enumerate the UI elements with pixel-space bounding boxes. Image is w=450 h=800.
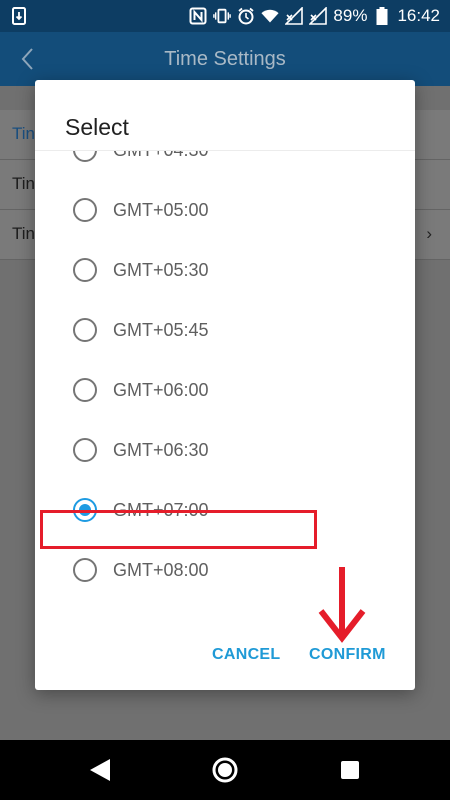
signal-icon bbox=[285, 7, 304, 25]
status-bar: 89% 16:42 bbox=[0, 0, 450, 32]
wifi-icon bbox=[261, 7, 280, 25]
timezone-option[interactable]: GMT+05:30 bbox=[35, 240, 415, 300]
radio-button[interactable] bbox=[73, 378, 97, 402]
timezone-option[interactable]: GMT+05:45 bbox=[35, 300, 415, 360]
recents-square-icon[interactable] bbox=[320, 740, 380, 800]
alarm-icon bbox=[237, 7, 255, 25]
timezone-option-label: GMT+06:00 bbox=[113, 379, 209, 400]
timezone-option-label: GMT+08:00 bbox=[113, 559, 209, 580]
timezone-option-label: GMT+05:30 bbox=[113, 259, 209, 280]
app-header: Time Settings bbox=[0, 32, 450, 86]
settings-row-label: Tin bbox=[12, 224, 35, 243]
settings-row-label: Tin bbox=[12, 174, 35, 193]
timezone-option-label: GMT+05:45 bbox=[113, 319, 209, 340]
usb-debug-icon bbox=[10, 7, 28, 25]
timezone-options-list[interactable]: GMT+04:30 GMT+05:00 GMT+05:30 GMT+05:45 … bbox=[35, 151, 415, 631]
vibrate-icon bbox=[213, 7, 232, 25]
timezone-option-label: GMT+05:00 bbox=[113, 199, 209, 220]
battery-icon bbox=[373, 7, 391, 25]
system-nav-bar bbox=[0, 740, 450, 800]
radio-button[interactable] bbox=[73, 151, 97, 162]
timezone-select-dialog: Select GMT+04:30 GMT+05:00 GMT+05:30 GMT… bbox=[35, 80, 415, 690]
signal-icon-2 bbox=[309, 7, 328, 25]
settings-row-label: Tin bbox=[12, 124, 35, 143]
radio-button[interactable] bbox=[73, 198, 97, 222]
dialog-actions: CANCEL CONFIRM bbox=[35, 646, 415, 676]
radio-button[interactable] bbox=[73, 438, 97, 462]
timezone-option-label: GMT+06:30 bbox=[113, 439, 209, 460]
radio-button[interactable] bbox=[73, 258, 97, 282]
timezone-option[interactable]: GMT+04:30 bbox=[35, 151, 415, 180]
dialog-title: Select bbox=[65, 114, 129, 140]
radio-button[interactable] bbox=[73, 558, 97, 582]
clock: 16:42 bbox=[397, 6, 440, 25]
timezone-option[interactable]: GMT+05:00 bbox=[35, 180, 415, 240]
timezone-option[interactable]: GMT+06:00 bbox=[35, 360, 415, 420]
annotation-arrow-icon bbox=[318, 567, 366, 643]
chevron-right-icon: › bbox=[426, 224, 432, 243]
cancel-button[interactable]: CANCEL bbox=[212, 646, 280, 664]
back-triangle-icon[interactable] bbox=[70, 740, 130, 800]
page-title: Time Settings bbox=[164, 47, 286, 70]
radio-button[interactable] bbox=[73, 318, 97, 342]
confirm-button[interactable]: CONFIRM bbox=[309, 646, 386, 664]
timezone-option[interactable]: GMT+06:30 bbox=[35, 420, 415, 480]
battery-percent: 89% bbox=[333, 6, 368, 25]
annotation-highlight-box bbox=[40, 510, 317, 549]
nfc-icon bbox=[189, 7, 207, 25]
home-circle-icon[interactable] bbox=[195, 740, 255, 800]
timezone-option-label: GMT+04:30 bbox=[113, 151, 209, 161]
